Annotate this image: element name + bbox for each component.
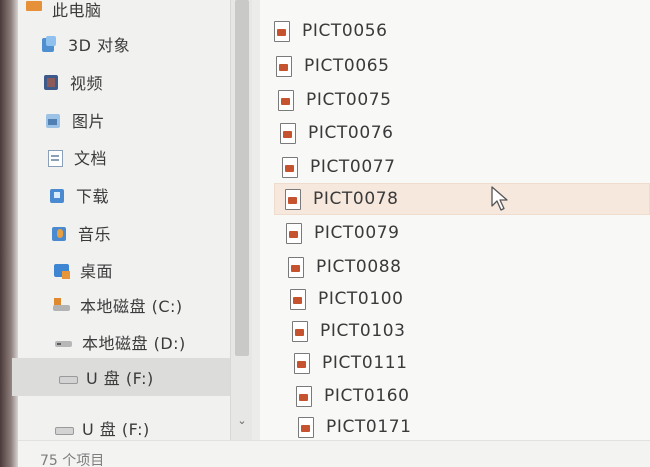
sidebar-item-pictures[interactable]: 图片 <box>44 105 105 135</box>
sidebar-item-this-pc[interactable]: 此电脑 <box>24 0 102 24</box>
file-name: PICT0078 <box>313 189 399 209</box>
list-item[interactable]: PICT0079 <box>286 218 400 248</box>
file-explorer-window: 此电脑 3D 对象 视频 图片 文档 下载 音乐 桌面 本地磁盘 (C:) 本地… <box>0 0 650 467</box>
music-folder-icon <box>50 224 68 242</box>
sidebar-item-label: 本地磁盘 (D:) <box>82 334 186 353</box>
list-item[interactable]: PICT0065 <box>276 51 390 81</box>
sidebar-item-label: 下载 <box>76 187 110 206</box>
file-name: PICT0100 <box>318 289 404 309</box>
list-item[interactable]: PICT0160 <box>296 381 410 411</box>
screen-bezel <box>0 0 18 467</box>
list-item[interactable]: PICT0100 <box>290 284 404 314</box>
image-file-icon <box>285 189 301 210</box>
image-file-icon <box>288 257 304 278</box>
mouse-cursor-icon <box>491 186 508 211</box>
drive-d-icon <box>54 333 72 351</box>
sidebar-item-usb-drive[interactable]: U 盘 (F:) <box>54 413 150 443</box>
sidebar-item-label: U 盘 (F:) <box>82 420 150 439</box>
video-folder-icon <box>42 73 60 91</box>
sidebar-item-documents[interactable]: 文档 <box>46 142 107 172</box>
desktop-folder-icon <box>52 261 70 279</box>
usb-drive-icon <box>54 419 74 437</box>
sidebar-item-label: U 盘 (F:) <box>86 369 154 388</box>
image-file-icon <box>292 321 308 342</box>
chevron-down-icon[interactable]: ⌄ <box>235 414 249 428</box>
sidebar-item-label: 图片 <box>72 112 106 131</box>
file-name: PICT0171 <box>326 417 412 437</box>
file-name: PICT0065 <box>304 56 390 76</box>
sidebar-item-label: 3D 对象 <box>68 36 131 55</box>
file-name: PICT0160 <box>324 386 410 406</box>
list-item[interactable]: PICT0076 <box>280 118 394 148</box>
sidebar-item-videos[interactable]: 视频 <box>42 67 103 97</box>
image-file-icon <box>296 386 312 407</box>
image-file-icon <box>298 417 314 438</box>
sidebar-item-label: 视频 <box>70 74 104 93</box>
sidebar-item-downloads[interactable]: 下载 <box>48 180 109 210</box>
file-name: PICT0077 <box>310 157 396 177</box>
documents-folder-icon <box>46 148 64 167</box>
scrollbar-thumb[interactable] <box>235 0 249 356</box>
list-item-hovered[interactable]: PICT0078 <box>274 183 650 215</box>
file-name: PICT0079 <box>314 223 400 243</box>
image-file-icon <box>280 123 296 144</box>
image-file-icon <box>294 353 310 374</box>
pane-splitter[interactable] <box>252 0 260 440</box>
sidebar-item-label: 音乐 <box>78 225 112 244</box>
file-list: PICT0056 PICT0065 PICT0075 PICT0076 PICT… <box>260 0 650 440</box>
sidebar-item-music[interactable]: 音乐 <box>50 218 111 248</box>
image-file-icon <box>278 90 294 111</box>
list-item[interactable]: PICT0103 <box>292 316 406 346</box>
usb-drive-icon <box>58 368 78 386</box>
navigation-pane: 此电脑 3D 对象 视频 图片 文档 下载 音乐 桌面 本地磁盘 (C:) 本地… <box>12 0 230 467</box>
this-pc-icon <box>24 0 42 18</box>
sidebar-item-drive-d[interactable]: 本地磁盘 (D:) <box>54 327 186 357</box>
downloads-folder-icon <box>48 186 66 204</box>
file-name: PICT0056 <box>302 21 388 41</box>
file-name: PICT0111 <box>322 353 408 373</box>
drive-c-icon <box>52 296 70 314</box>
item-count: 75 个项目 <box>40 453 105 467</box>
pictures-folder-icon <box>44 111 62 129</box>
sidebar-item-drive-c[interactable]: 本地磁盘 (C:) <box>52 290 183 320</box>
sidebar-item-label: 文档 <box>74 149 108 168</box>
list-item[interactable]: PICT0088 <box>288 252 402 282</box>
status-bar: 75 个项目 <box>18 440 650 467</box>
sidebar-item-desktop[interactable]: 桌面 <box>52 255 113 285</box>
3d-objects-icon <box>40 35 58 53</box>
file-name: PICT0088 <box>316 257 402 277</box>
image-file-icon <box>282 157 298 178</box>
file-name: PICT0103 <box>320 321 406 341</box>
navigation-scrollbar[interactable]: ⌄ <box>230 0 253 440</box>
sidebar-item-label: 桌面 <box>80 262 114 281</box>
list-item[interactable]: PICT0171 <box>298 412 412 442</box>
list-item[interactable]: PICT0075 <box>278 85 392 115</box>
image-file-icon <box>290 289 306 310</box>
file-name: PICT0076 <box>308 123 394 143</box>
file-name: PICT0075 <box>306 90 392 110</box>
list-item[interactable]: PICT0077 <box>282 152 396 182</box>
image-file-icon <box>276 56 292 77</box>
image-file-icon <box>274 21 290 42</box>
list-item[interactable]: PICT0056 <box>274 16 388 46</box>
list-item[interactable]: PICT0111 <box>294 348 408 378</box>
sidebar-item-label: 本地磁盘 (C:) <box>80 297 183 316</box>
image-file-icon <box>286 223 302 244</box>
sidebar-item-3d-objects[interactable]: 3D 对象 <box>40 29 130 59</box>
sidebar-item-usb-drive-selected[interactable]: U 盘 (F:) <box>12 358 230 396</box>
sidebar-item-label: 此电脑 <box>52 1 102 20</box>
